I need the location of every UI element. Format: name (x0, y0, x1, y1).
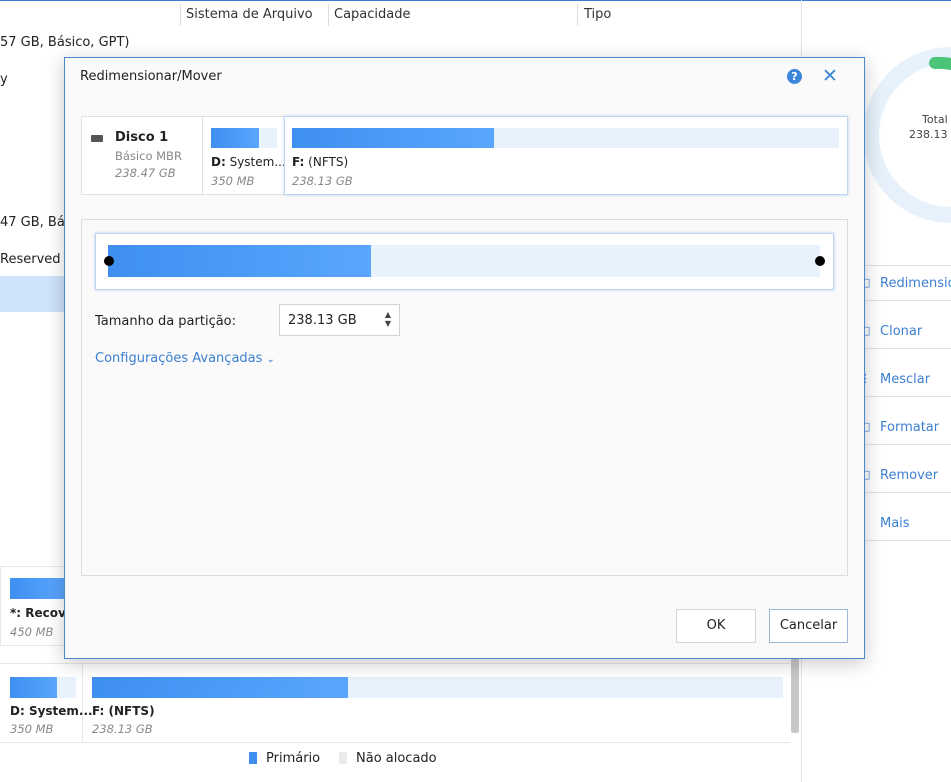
legend-primary-label: Primário (266, 751, 321, 766)
slider-left-handle[interactable] (104, 256, 114, 266)
dialog-f-partition-size: 238.13 GB (292, 174, 353, 188)
reserved-partition-label[interactable]: Reserved (0, 252, 61, 267)
bottom-f-partition-label: F: (NFTS) (92, 704, 155, 718)
action-clone[interactable]: Clonar (880, 324, 922, 339)
close-icon[interactable]: ✕ (822, 65, 838, 87)
action-separator (853, 348, 951, 349)
dialog-title: Redimensionar/Mover (80, 69, 222, 84)
total-label: Total (922, 113, 948, 126)
bottom-d-partition-label: D: System... (10, 704, 93, 718)
action-separator (853, 300, 951, 301)
action-format[interactable]: Formatar (880, 420, 939, 435)
dialog-d-partition-label: D: System... (211, 155, 286, 169)
disk-name: Disco 1 (115, 130, 169, 145)
recovery-partition-bar (10, 578, 64, 599)
disk-drive-icon (91, 135, 103, 142)
selected-row[interactable] (0, 276, 64, 312)
partition-size-label: Tamanho da partição: (95, 314, 237, 329)
dialog-d-partition-name: System... (225, 155, 286, 169)
resize-slider-fill[interactable] (108, 245, 371, 277)
dialog-d-partition-size: 350 MB (211, 174, 255, 188)
column-header-filesystem[interactable]: Sistema de Arquivo (186, 0, 313, 30)
cancel-button[interactable]: Cancelar (769, 609, 848, 643)
help-icon[interactable]: ? (787, 69, 802, 84)
action-separator (853, 396, 951, 397)
column-header-type[interactable]: Tipo (584, 0, 611, 30)
bottom-d-partition-size: 350 MB (10, 722, 54, 736)
dialog-f-partition-label: F: (NFTS) (292, 155, 348, 169)
top-border (0, 0, 951, 1)
list-item-fragment: y (0, 72, 8, 87)
disk-map-divider (82, 664, 83, 742)
action-separator (853, 540, 951, 541)
bottom-f-partition-bar[interactable] (92, 677, 348, 698)
partition-size-value: 238.13 GB (288, 313, 357, 328)
legend-primary-swatch (249, 752, 257, 764)
stepper-up-down-icon[interactable]: ▲ ▼ (385, 310, 391, 328)
disk-map-divider (202, 117, 203, 194)
bottom-d-partition-bar[interactable] (10, 677, 57, 698)
action-merge[interactable]: Mesclar (880, 372, 930, 387)
resize-move-dialog: Redimensionar/Mover ? ✕ Disco 1 Básico M… (64, 57, 865, 659)
column-separator (180, 4, 181, 26)
partition-size-input[interactable]: 238.13 GB ▲ ▼ (279, 304, 400, 336)
bottom-f-partition-size: 238.13 GB (92, 722, 153, 736)
legend-unallocated-swatch (339, 752, 347, 764)
dialog-f-partition-name: (NFTS) (304, 155, 349, 169)
dialog-d-partition-bar[interactable] (211, 128, 259, 148)
column-separator (577, 4, 578, 26)
disk-type: Básico MBR (115, 149, 182, 163)
slider-right-handle[interactable] (815, 256, 825, 266)
chevron-down-icon: ⌄ (266, 354, 275, 365)
ok-button[interactable]: OK (676, 609, 756, 643)
total-value: 238.13 G (909, 128, 951, 141)
action-separator (853, 265, 951, 266)
action-more[interactable]: Mais (880, 516, 910, 531)
advanced-settings-label: Configurações Avançadas (95, 351, 263, 366)
dialog-d-drive-letter: D: (211, 155, 226, 169)
action-separator (853, 492, 951, 493)
column-header-capacity[interactable]: Capacidade (334, 0, 411, 30)
recovery-partition-size: 450 MB (10, 625, 54, 639)
action-separator (853, 444, 951, 445)
column-separator (328, 4, 329, 26)
disk-size: 238.47 GB (115, 166, 176, 180)
dialog-f-partition-bar (292, 128, 494, 148)
dialog-f-drive-letter: F: (292, 155, 305, 169)
scrollbar-thumb[interactable] (791, 658, 799, 733)
action-resize[interactable]: Redimensio (880, 276, 951, 291)
disk1-description: 57 GB, Básico, GPT) (0, 35, 130, 50)
action-remove[interactable]: Remover (880, 468, 938, 483)
advanced-settings-link[interactable]: Configurações Avançadas ⌄ (95, 351, 275, 366)
donut-used-segment (929, 56, 951, 70)
legend-unallocated-label: Não alocado (356, 751, 437, 766)
